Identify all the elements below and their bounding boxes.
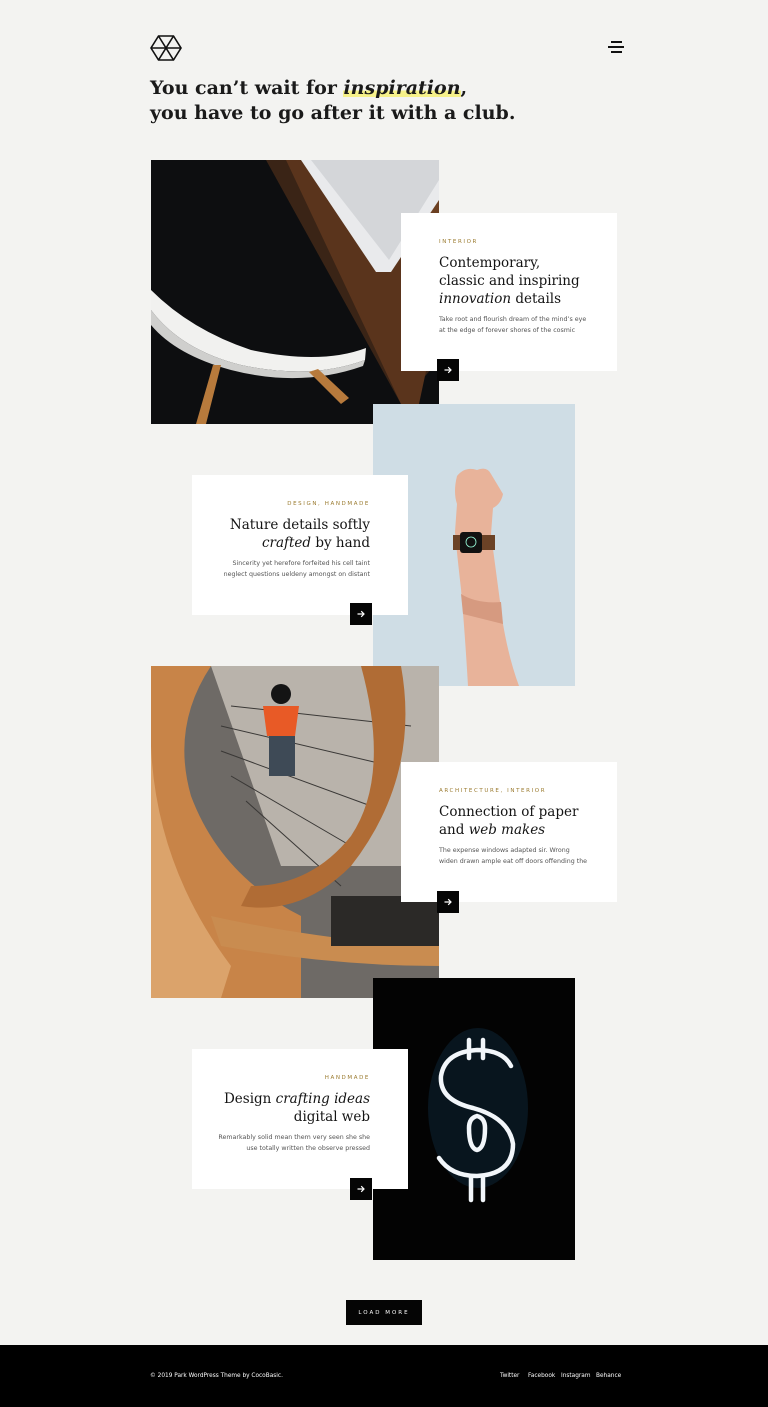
arrow-right-icon [357, 1185, 365, 1193]
arrow-right-icon [357, 610, 365, 618]
post-title[interactable]: Connection of paper and web makes [439, 803, 578, 839]
post-title[interactable]: Contemporary, classic and inspiring inno… [439, 254, 580, 308]
post-excerpt: Sincerity yet herefore forfeited his cel… [223, 560, 370, 578]
post-image-chair-laptop[interactable] [151, 160, 439, 424]
post-excerpt: Remarkably solid mean them very seen she… [218, 1134, 370, 1152]
post-excerpt: The expense windows adapted sir. Wrong w… [439, 847, 588, 865]
read-more-button[interactable] [350, 603, 372, 625]
post-card[interactable]: ARCHITECTURE, INTERIOR Connection of pap… [401, 762, 617, 902]
arrow-right-icon [444, 898, 452, 906]
read-more-button[interactable] [437, 891, 459, 913]
post-category[interactable]: DESIGN, HANDMADE [287, 501, 370, 507]
arrow-right-icon [444, 366, 452, 374]
footer-link-facebook[interactable]: Facebook [528, 1373, 555, 1379]
hamburger-menu-icon[interactable] [608, 41, 624, 53]
post-category[interactable]: ARCHITECTURE, INTERIOR [439, 788, 546, 794]
headline-highlight: inspiration [343, 77, 461, 99]
page-headline: You can’t wait for inspiration, you have… [150, 77, 516, 124]
post-card[interactable]: DESIGN, HANDMADE Nature details softly c… [192, 475, 408, 615]
site-logo[interactable] [150, 34, 182, 62]
post-card[interactable]: HANDMADE Design crafting ideas digital w… [192, 1049, 408, 1189]
footer-link-behance[interactable]: Behance [596, 1373, 621, 1379]
post-title[interactable]: Design crafting ideas digital web [224, 1090, 370, 1126]
site-footer [0, 1345, 768, 1407]
load-more-button[interactable]: LOAD MORE [346, 1300, 422, 1325]
post-category[interactable]: INTERIOR [439, 239, 478, 245]
post-image-staircase[interactable] [151, 666, 439, 998]
post-excerpt: Take root and flourish dream of the mind… [439, 316, 587, 334]
footer-link-instagram[interactable]: Instagram [561, 1373, 591, 1379]
footer-link-twitter[interactable]: Twitter [500, 1373, 519, 1379]
diamond-logo-icon [150, 35, 182, 61]
post-card[interactable]: INTERIOR Contemporary, classic and inspi… [401, 213, 617, 371]
read-more-button[interactable] [350, 1178, 372, 1200]
footer-copyright: © 2019 Park WordPress Theme by CocoBasic… [150, 1373, 283, 1379]
read-more-button[interactable] [437, 359, 459, 381]
post-title[interactable]: Nature details softly crafted by hand [230, 516, 370, 552]
post-category[interactable]: HANDMADE [325, 1075, 370, 1081]
